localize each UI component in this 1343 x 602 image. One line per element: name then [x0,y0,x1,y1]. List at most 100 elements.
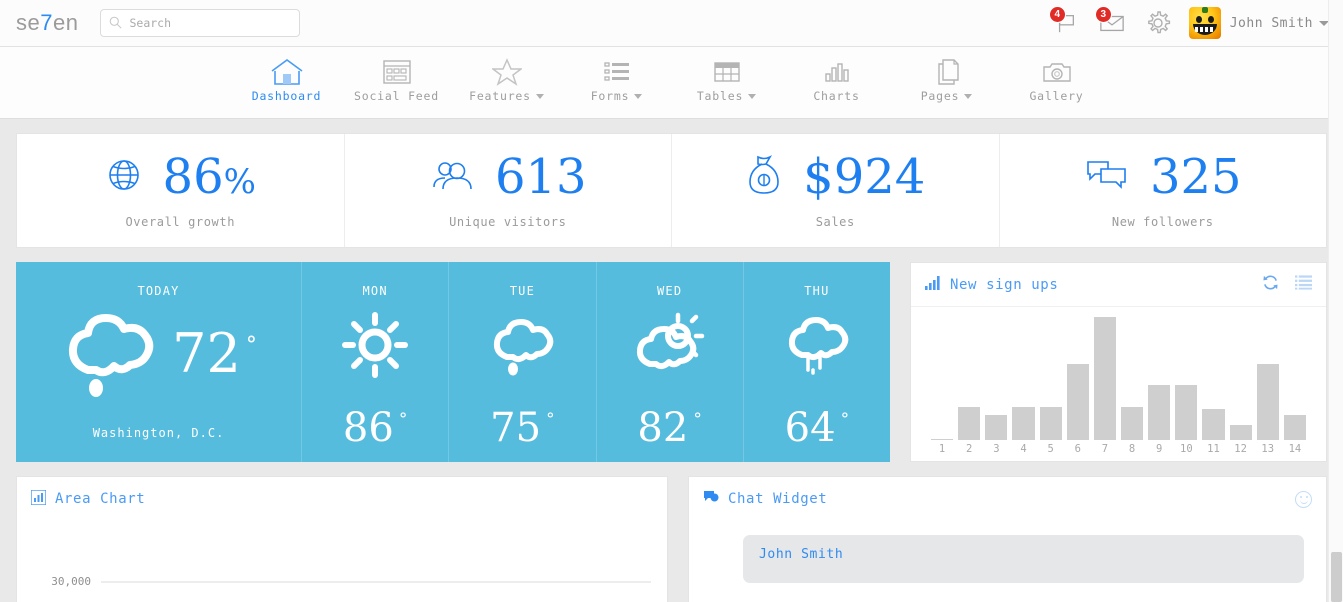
nav-item-tables[interactable]: Tables [672,47,782,103]
panel-header: Chat Widget [689,477,1326,521]
bar-column[interactable] [985,317,1008,440]
weather-day-wed[interactable]: WED 82 ° [597,262,744,462]
x-tick-label: 2 [966,443,973,455]
weather-day-mon[interactable]: MON 86 ° [302,262,450,462]
settings-button[interactable] [1135,0,1181,47]
stat-card-overall-growth[interactable]: 86% Overall growth [17,134,345,247]
stat-value-row: 325 [1084,153,1242,201]
notifications-flag-button[interactable]: 4 [1043,0,1089,47]
chevron-down-icon[interactable] [535,93,544,99]
bar-column[interactable] [931,317,954,440]
nav-label: Dashboard [252,89,322,103]
stat-card-unique-visitors[interactable]: 613 Unique visitors [345,134,672,247]
rain-cloud-icon [487,312,557,382]
nav-item-pages[interactable]: Pages [892,47,1002,103]
bar-column[interactable] [1175,317,1198,440]
documents-icon [932,55,962,89]
weather-city: Washington, D.C. [92,426,225,440]
nav-label: Social Feed [354,89,439,103]
table-icon [712,55,742,89]
layout-icon [382,55,412,89]
bar-column[interactable] [1202,317,1225,440]
main-content: 86% Overall growth 613 Unique visitors $… [0,119,1343,602]
panel-header: Area Chart [17,477,667,521]
nav-item-label: Dashboard [251,89,322,103]
y-tick-label: 30,000 [51,575,91,588]
nav-item-features[interactable]: Features [452,47,562,103]
weather-day-name: MON [362,284,388,298]
bar-column[interactable] [1120,317,1144,440]
area-chart-body: 30,000 [17,521,667,602]
bar-column[interactable] [1039,317,1062,440]
weather-day-name: TODAY [137,284,180,298]
stat-label: New followers [1111,214,1214,229]
weather-day-name: WED [656,284,683,298]
bar-column[interactable] [1066,317,1089,440]
stat-label: Overall growth [125,214,236,229]
chat-message-bubble[interactable]: John Smith [743,535,1304,583]
panel-title-text: Chat Widget [728,491,828,507]
gear-icon [1147,11,1170,34]
chat-bubbles-icon [1084,157,1130,197]
nav-item-dashboard[interactable]: Dashboard [232,47,342,103]
app-logo[interactable]: se7en [16,10,78,36]
chat-message-author: John Smith [759,547,844,562]
smiley-icon[interactable] [1295,490,1312,508]
bar-column[interactable] [958,317,981,440]
chevron-down-icon[interactable] [634,93,643,99]
stat-value-row: 613 [429,153,587,201]
partly-cloudy-icon [634,312,706,382]
chevron-down-icon[interactable] [964,93,973,99]
weather-today-main: 72 ° [60,304,257,404]
nav-item-gallery[interactable]: Gallery [1002,47,1112,103]
user-name[interactable]: John Smith [1230,16,1313,31]
bar-chart-bars [931,317,1306,440]
bar-column[interactable] [1229,317,1252,440]
nav-item-social-feed[interactable]: Social Feed [342,47,452,103]
bar-chart-icon [30,488,47,509]
nav-item-charts[interactable]: Charts [782,47,892,103]
bar-column[interactable] [1148,317,1171,440]
list-icon[interactable] [1295,275,1312,294]
nav-label: Forms [591,89,643,103]
weather-day-tue[interactable]: TUE 75 ° [449,262,597,462]
chevron-down-icon[interactable] [748,93,757,99]
stat-value: $924 [803,153,925,201]
search-input[interactable] [129,16,292,30]
showers-cloud-icon [782,312,852,382]
weather-day-today[interactable]: TODAY 72 ° Washington, D.C. [16,262,302,462]
bar-column[interactable] [1283,317,1306,440]
stat-card-sales[interactable]: $924 Sales [672,134,1000,247]
panel-title: Chat Widget [703,490,827,508]
weather-day-name: THU [804,284,830,298]
weather-temperature: 86 ° [343,408,407,448]
weather-temperature: 64 ° [785,408,849,448]
refresh-icon[interactable] [1262,274,1279,295]
search-box[interactable] [100,9,301,37]
nav-item-label: Pages [920,89,960,103]
page-scrollbar[interactable] [1328,0,1343,602]
nav-item-forms[interactable]: Forms [562,47,672,103]
list-icon [602,55,632,89]
weather-temperature: 72 ° [172,327,257,381]
new-signups-panel: New sign ups 1 2 3 4 5 6 7 8 9 10 11 12 … [910,262,1327,462]
avatar-eye-left [1195,16,1202,23]
bar-column[interactable] [1012,317,1035,440]
stat-number: 613 [494,148,587,205]
degree-symbol: ° [693,410,702,430]
rain-cloud-icon [60,304,166,404]
stat-card-new-followers[interactable]: 325 New followers [1000,134,1327,247]
bar-column[interactable] [1256,317,1279,440]
nav-item-label: Features [469,89,531,103]
x-tick-label: 11 [1207,443,1220,455]
panel-title-text: Area Chart [55,491,146,507]
weather-day-name: TUE [509,284,536,298]
scrollbar-thumb[interactable] [1331,552,1342,602]
avatar[interactable] [1188,7,1221,39]
messages-button[interactable]: 3 [1089,0,1135,47]
weather-day-thu[interactable]: THU 64 ° [744,262,890,462]
weather-widget: TODAY 72 ° Washington, D.C. MON 86 ° TUE… [16,262,890,462]
bar-column[interactable] [1093,317,1116,440]
x-tick-label: 13 [1261,443,1275,455]
top-bar-actions: 4 3 John Smith [1043,0,1329,47]
